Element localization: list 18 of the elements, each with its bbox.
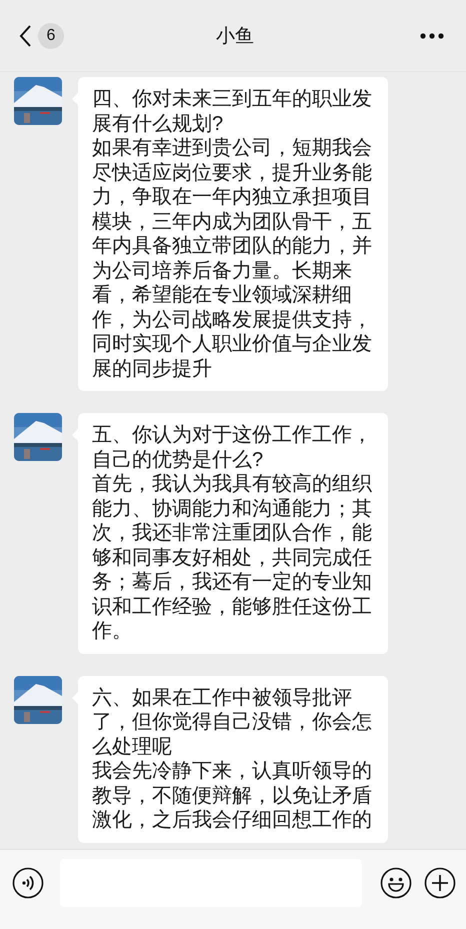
message-answer: 首先，我认为我具有较高的组织能力、协调能力和沟通能力；其次，我还非常注重团队合作，能够和同事友好相处，共同完成任务；蓦后，我还有一定的专业知识和工作经验，能够胜任这份工作。 xyxy=(92,472,373,644)
message-question: 四、你对未来三到五年的职业发展有什么规划? xyxy=(92,87,373,136)
smiley-icon xyxy=(380,867,412,899)
message-answer: 如果有幸进到贵公司，短期我会尽快适应岗位要求，提升业务能力，争取在一年内独立承担项目模块，三年内成为团队骨干，五年内具备独立带团队的能力，并为公司培养后备力量。长期来看，希望能在专业领域深耕细作，为公司战略发展提供支持，同时实现个人职业价值与企业发展的同步提升 xyxy=(92,136,373,381)
unread-count: 6 xyxy=(38,22,64,48)
message-answer: 我会先冷静下来，认真听领导的教导，不随便辩解，以免让矛盾激化，之后我会仔细回想工作的 xyxy=(92,759,373,832)
add-button[interactable] xyxy=(424,867,456,899)
more-button[interactable] xyxy=(420,32,444,38)
plus-icon xyxy=(424,867,456,899)
message-question: 六、如果在工作中被领导批评了，但你觉得自己没错，你会怎么处理呢 xyxy=(92,686,373,759)
back-button[interactable]: 6 xyxy=(18,22,64,48)
back-icon xyxy=(18,24,32,48)
chat-title: 小鱼 xyxy=(215,24,255,48)
voice-button[interactable] xyxy=(12,867,44,899)
message-question: 五、你认为对于这份工作工作，自己的优势是什么? xyxy=(92,423,373,472)
emoji-button[interactable] xyxy=(380,867,412,899)
voice-icon xyxy=(12,867,44,899)
more-icon xyxy=(420,32,444,38)
